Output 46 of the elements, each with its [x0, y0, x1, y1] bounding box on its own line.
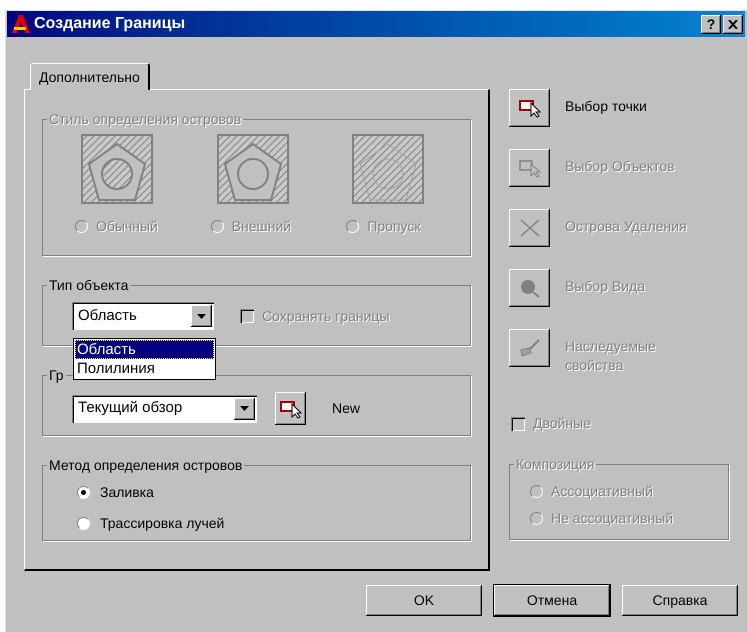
tab[interactable]: Дополнительно: [30, 63, 150, 90]
caret-icon: [240, 406, 249, 411]
radio-button[interactable]: [77, 486, 90, 499]
radio-label: Внешний: [232, 217, 292, 236]
dialog-button[interactable]: OK: [366, 585, 482, 616]
rectangle-cursor-icon: [280, 398, 302, 418]
radio-label: Ассоциативный: [551, 482, 653, 501]
action-label: Выбор точки: [565, 97, 648, 116]
action-label: Выбор Объектов: [565, 157, 676, 176]
action-label: Выбор Вида: [565, 277, 646, 296]
close-icon: [728, 20, 738, 28]
dropdown[interactable]: Текущий обзор: [72, 394, 257, 422]
dropdown-arrow-button[interactable]: [191, 305, 212, 327]
dropdown-option[interactable]: Область: [75, 340, 214, 359]
window-title: Создание Границы: [34, 14, 186, 34]
action-button[interactable]: [509, 89, 550, 127]
radio-label: Обычный: [96, 217, 158, 236]
dialog-button[interactable]: Справка: [622, 585, 738, 616]
action-button[interactable]: [509, 149, 550, 187]
close-button[interactable]: [723, 14, 743, 34]
dropdown-arrow-button[interactable]: [234, 398, 255, 420]
cross-icon: [518, 218, 540, 238]
dropdown-option[interactable]: Полилиния: [75, 359, 214, 378]
checkbox-label: Сохранять границы: [262, 306, 390, 326]
radio-label: Не ассоциативный: [551, 509, 674, 528]
brush-icon: [518, 338, 540, 358]
action-label: Острова Удаления: [565, 217, 688, 236]
dropdown[interactable]: Область: [72, 302, 214, 330]
action-label: Наследуемые свойства: [565, 337, 657, 375]
checkbox-label: Двойные: [533, 414, 591, 433]
select-cursor-icon: [518, 158, 540, 178]
radio-label: Пропуск: [367, 217, 421, 236]
caret-icon: [197, 314, 206, 318]
pick-button[interactable]: [275, 392, 306, 425]
radio-button[interactable]: [77, 517, 90, 530]
action-button[interactable]: [509, 269, 550, 307]
action-button[interactable]: [509, 209, 550, 247]
app-icon: [11, 14, 31, 34]
island-style-preview: [81, 134, 153, 204]
action-button[interactable]: [509, 329, 550, 367]
dialog-button[interactable]: Отмена: [494, 585, 610, 616]
rectangle-cursor-icon: [518, 98, 540, 118]
new-label: New: [332, 399, 360, 418]
help-button[interactable]: ?: [701, 14, 721, 34]
radio-label: Заливка: [100, 483, 154, 502]
radio-label: Трассировка лучей: [100, 514, 224, 533]
